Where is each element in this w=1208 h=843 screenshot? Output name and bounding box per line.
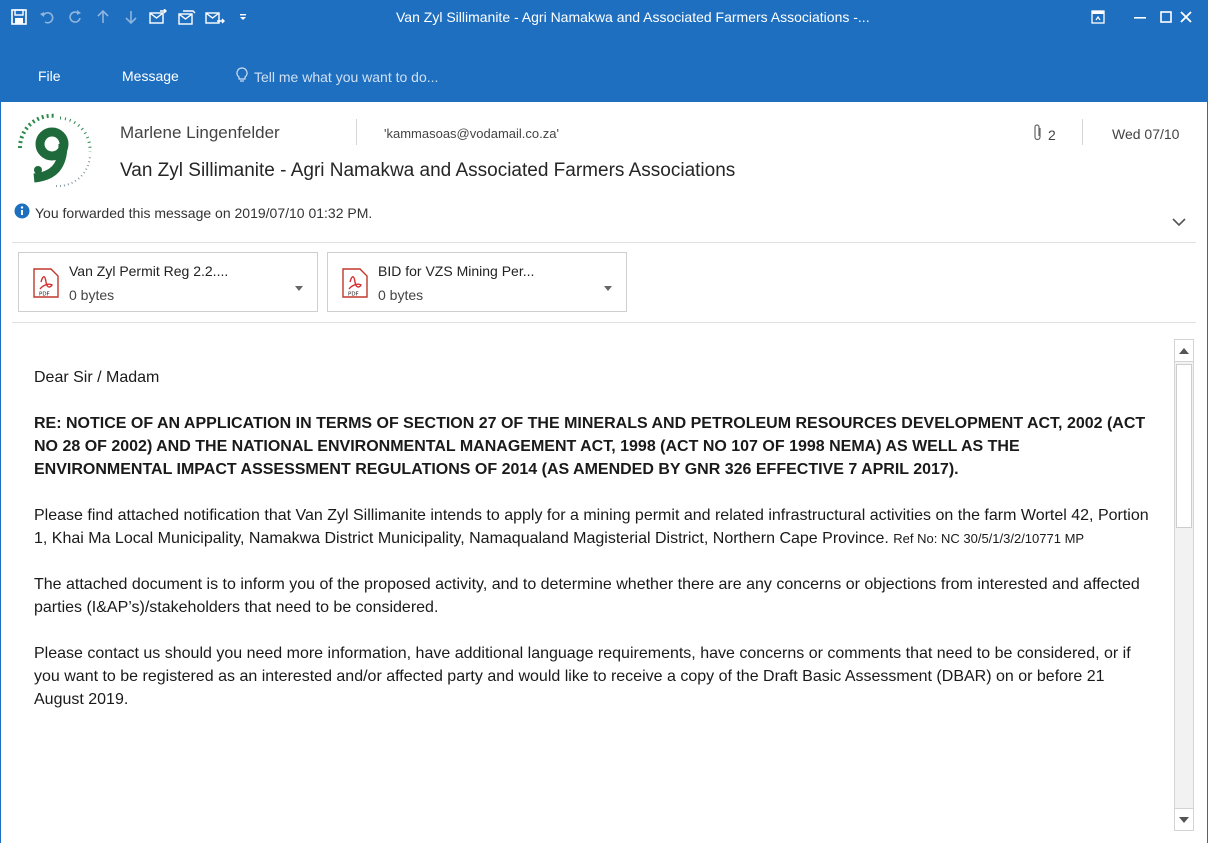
reply-icon[interactable] — [145, 3, 173, 31]
info-icon — [14, 203, 30, 222]
message-subject: Van Zyl Sillimanite - Agri Namakwa and A… — [120, 160, 736, 181]
attachment-size: 0 bytes — [378, 287, 424, 303]
title-bar: Van Zyl Sillimanite - Agri Namakwa and A… — [0, 0, 1208, 58]
svg-text:PDF: PDF — [39, 292, 50, 298]
re-line: RE: NOTICE OF AN APPLICATION IN TERMS OF… — [34, 415, 1146, 478]
scroll-up-icon[interactable] — [1175, 340, 1193, 362]
attachment-item[interactable]: PDF Van Zyl Permit Reg 2.2.... 0 bytes — [18, 252, 318, 312]
customize-toolbar-icon[interactable] — [229, 3, 257, 31]
pdf-icon: PDF — [342, 268, 368, 303]
ribbon-display-options-icon[interactable] — [1076, 0, 1120, 34]
chevron-down-icon[interactable] — [295, 279, 303, 297]
window-border-left — [0, 102, 1, 843]
attachment-name: Van Zyl Permit Reg 2.2.... — [69, 263, 229, 279]
svg-text:PDF: PDF — [348, 292, 359, 298]
reply-all-icon[interactable] — [173, 3, 201, 31]
body-paragraph: Please contact us should you need more i… — [34, 645, 1131, 708]
quick-access-toolbar — [0, 0, 257, 34]
greeting: Dear Sir / Madam — [34, 369, 160, 386]
ribbon: File Message Tell me what you want to do… — [0, 58, 1208, 102]
recipient-email[interactable]: 'kammasoas@vodamail.co.za' — [384, 126, 559, 141]
info-text: You forwarded this message on 2019/07/10… — [35, 204, 373, 221]
header-separator — [356, 119, 357, 145]
lightbulb-icon — [236, 67, 248, 86]
arrow-up-icon[interactable] — [89, 3, 117, 31]
arrow-down-icon[interactable] — [117, 3, 145, 31]
sent-date: Wed 07/10 — [1112, 126, 1180, 142]
header-separator — [1082, 119, 1083, 145]
save-icon[interactable] — [5, 3, 33, 31]
body-paragraph: Please find attached notification that V… — [34, 504, 1156, 550]
tell-me-box[interactable]: Tell me what you want to do... — [236, 67, 438, 86]
close-icon[interactable] — [1164, 0, 1208, 34]
attachment-count-label: 2 — [1048, 126, 1056, 143]
window-title: Van Zyl Sillimanite - Agri Namakwa and A… — [396, 9, 870, 25]
scroll-down-icon[interactable] — [1175, 808, 1193, 830]
chevron-down-icon[interactable] — [604, 279, 612, 297]
undo-icon[interactable] — [33, 3, 61, 31]
tell-me-placeholder: Tell me what you want to do... — [254, 68, 439, 85]
attachment-name: BID for VZS Mining Per... — [378, 263, 535, 279]
attachment-size: 0 bytes — [69, 287, 115, 303]
chevron-down-icon[interactable] — [1172, 214, 1186, 232]
paperclip-icon — [1032, 124, 1044, 145]
tab-file[interactable]: File — [38, 68, 61, 84]
scrollbar-thumb[interactable] — [1176, 364, 1192, 528]
sender-name[interactable]: Marlene Lingenfelder — [120, 123, 280, 143]
divider — [12, 322, 1196, 323]
pdf-icon: PDF — [33, 268, 59, 303]
divider — [12, 242, 1196, 243]
message-body[interactable]: Dear Sir / Madam RE: NOTICE OF AN APPLIC… — [34, 366, 1156, 734]
attachment-count: 2 — [1032, 124, 1056, 145]
reference-number: Ref No: NC 30/5/1/3/2/10771 MP — [893, 531, 1085, 546]
info-bar[interactable]: You forwarded this message on 2019/07/10… — [14, 203, 372, 222]
attachment-item[interactable]: PDF BID for VZS Mining Per... 0 bytes — [327, 252, 627, 312]
body-paragraph: The attached document is to inform you o… — [34, 576, 1140, 616]
vertical-scrollbar[interactable] — [1174, 339, 1194, 831]
redo-icon[interactable] — [61, 3, 89, 31]
tab-message[interactable]: Message — [122, 68, 179, 84]
avatar — [16, 112, 94, 190]
forward-icon[interactable] — [201, 3, 229, 31]
